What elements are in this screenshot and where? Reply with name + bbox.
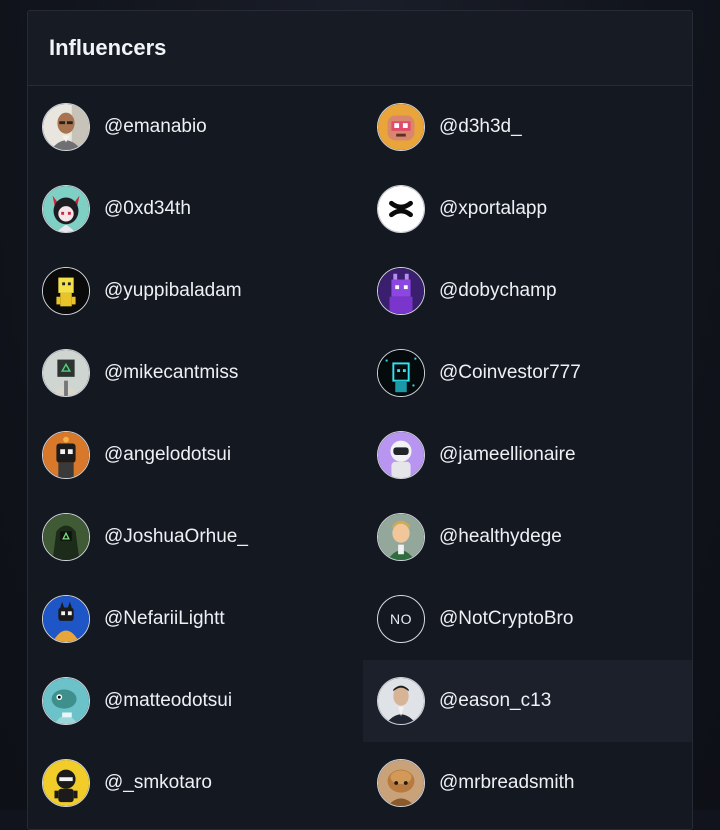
influencer-item[interactable]: @mikecantmiss <box>28 332 363 414</box>
influencer-item[interactable]: NO @NotCryptoBro <box>363 578 693 660</box>
hooded-figure-avatar <box>42 513 90 561</box>
influencer-item[interactable]: @Coinvestor777 <box>363 332 693 414</box>
influencer-handle[interactable]: @emanabio <box>104 116 207 138</box>
pink-creature-avatar <box>377 103 425 151</box>
influencer-item[interactable]: @NefariiLightt <box>28 578 363 660</box>
influencer-handle[interactable]: @jameellionaire <box>439 444 576 466</box>
influencer-handle[interactable]: @0xd34th <box>104 198 191 220</box>
influencer-handle[interactable]: @_smkotaro <box>104 772 212 794</box>
influencer-item[interactable]: @xportalapp <box>363 168 693 250</box>
teal-creature-avatar <box>42 677 90 725</box>
influencer-handle[interactable]: @JoshuaOrhue_ <box>104 526 248 548</box>
influencer-item[interactable]: @dobychamp <box>363 250 693 332</box>
influencer-handle[interactable]: @eason_c13 <box>439 690 551 712</box>
influencer-item[interactable]: @_smkotaro <box>28 742 363 824</box>
panel-header: Influencers <box>28 11 692 86</box>
influencer-handle[interactable]: @mrbreadsmith <box>439 772 574 794</box>
influencer-handle[interactable]: @healthydege <box>439 526 562 548</box>
influencers-panel: Influencers @emanabio @d3h3d_ @0xd34th @xpo… <box>27 10 693 830</box>
astronaut-avatar <box>377 431 425 479</box>
influencer-item[interactable]: @0xd34th <box>28 168 363 250</box>
influencer-item[interactable]: @matteodotsui <box>28 660 363 742</box>
cyan-pixel-avatar <box>377 349 425 397</box>
influencer-handle[interactable]: @angelodotsui <box>104 444 231 466</box>
orange-robot-avatar <box>42 431 90 479</box>
influencer-handle[interactable]: @mikecantmiss <box>104 362 238 384</box>
influencer-handle[interactable]: @NefariiLightt <box>104 608 225 630</box>
person-suit-avatar <box>377 677 425 725</box>
influencer-handle[interactable]: @dobychamp <box>439 280 557 302</box>
masked-figure-avatar <box>42 349 90 397</box>
influencer-item[interactable]: @healthydege <box>363 496 693 578</box>
cartoon-man-avatar <box>377 513 425 561</box>
influencer-handle[interactable]: @yuppibaladam <box>104 280 242 302</box>
influencer-item[interactable]: @angelodotsui <box>28 414 363 496</box>
initials-avatar: NO <box>377 595 425 643</box>
xportal-logo-avatar <box>377 185 425 233</box>
influencer-handle[interactable]: @d3h3d_ <box>439 116 522 138</box>
person-glasses-avatar <box>42 103 90 151</box>
influencer-handle[interactable]: @Coinvestor777 <box>439 362 581 384</box>
influencer-item[interactable]: @yuppibaladam <box>28 250 363 332</box>
anime-devil-avatar <box>42 185 90 233</box>
influencer-item[interactable]: @JoshuaOrhue_ <box>28 496 363 578</box>
influencer-item[interactable]: @jameellionaire <box>363 414 693 496</box>
influencer-grid: @emanabio @d3h3d_ @0xd34th @xportalapp @yupp… <box>28 86 692 824</box>
yellow-pixel-avatar <box>42 267 90 315</box>
influencer-item[interactable]: @emanabio <box>28 86 363 168</box>
influencer-handle[interactable]: @NotCryptoBro <box>439 608 573 630</box>
purple-creature-avatar <box>377 267 425 315</box>
influencer-item[interactable]: @eason_c13 <box>363 660 693 742</box>
influencer-handle[interactable]: @matteodotsui <box>104 690 232 712</box>
panel-title: Influencers <box>49 35 166 61</box>
yellow-ninja-avatar <box>42 759 90 807</box>
influencer-item[interactable]: @mrbreadsmith <box>363 742 693 824</box>
influencer-handle[interactable]: @xportalapp <box>439 198 547 220</box>
bread-character-avatar <box>377 759 425 807</box>
blue-cat-avatar <box>42 595 90 643</box>
influencer-item[interactable]: @d3h3d_ <box>363 86 693 168</box>
